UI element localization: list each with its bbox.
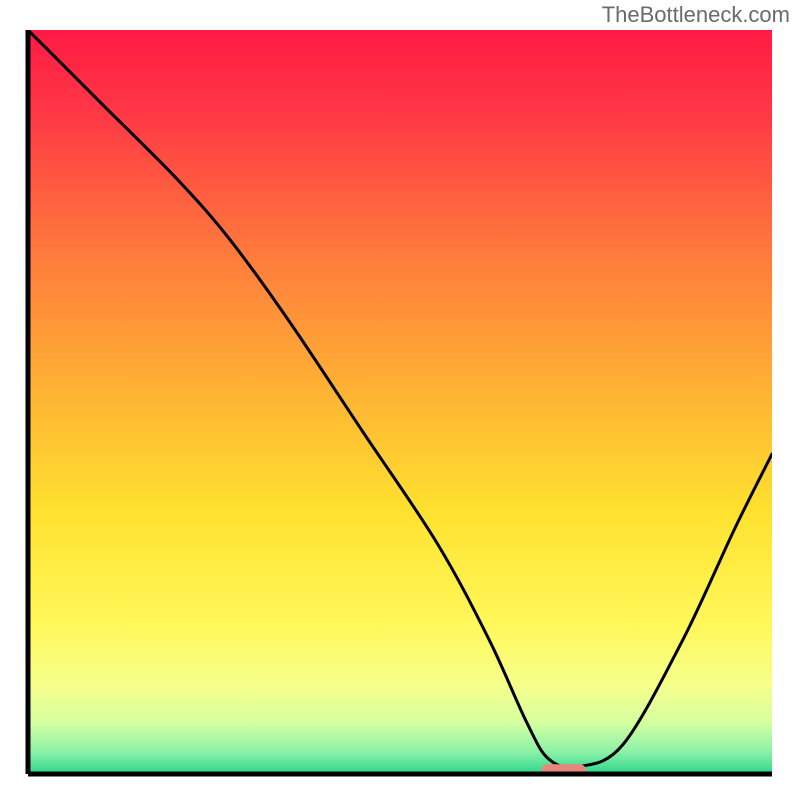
bottleneck-chart [0,0,800,800]
chart-container: TheBottleneck.com [0,0,800,800]
watermark-text: TheBottleneck.com [602,2,790,28]
